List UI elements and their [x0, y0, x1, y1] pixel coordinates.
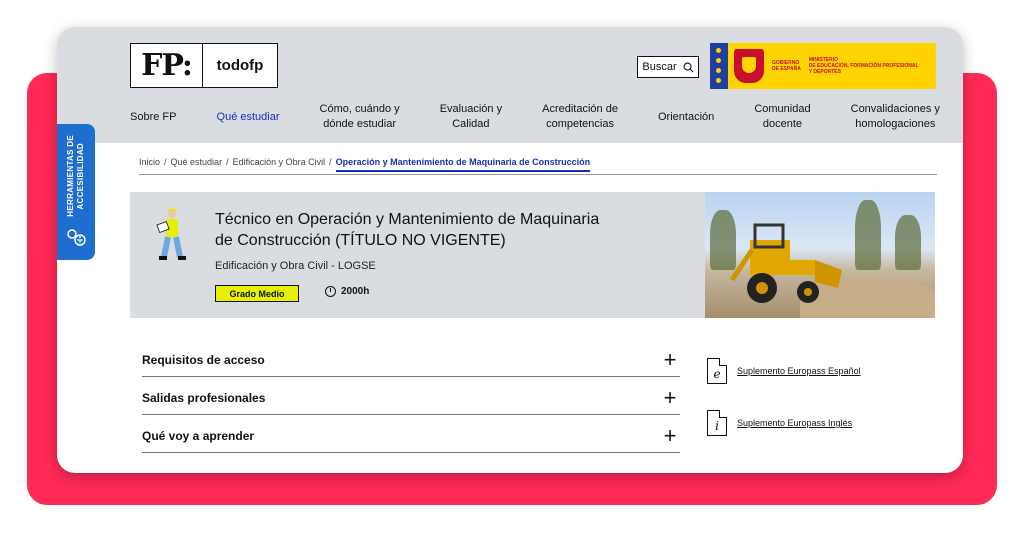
breadcrumb: Inicio / Qué estudiar / Edificación y Ob… [139, 157, 937, 175]
breadcrumb-inicio[interactable]: Inicio [139, 157, 160, 167]
nav-sobre-fp[interactable]: Sobre FP [130, 110, 176, 125]
search-label: Buscar [642, 61, 677, 73]
nav-como-cuando-donde[interactable]: Cómo, cuándo y dónde estudiar [320, 102, 400, 132]
accordion-salidas[interactable]: Salidas profesionales + [142, 377, 680, 415]
breadcrumb-familia[interactable]: Edificación y Obra Civil [233, 157, 326, 167]
nav-evaluacion-calidad[interactable]: Evaluación y Calidad [440, 102, 502, 132]
plus-icon[interactable]: + [660, 386, 680, 408]
plus-icon[interactable]: + [660, 348, 680, 370]
accordion-label: Requisitos de acceso [142, 352, 265, 367]
breadcrumb-current: Operación y Mantenimiento de Maquinaria … [335, 157, 591, 172]
accessibility-icon [67, 229, 86, 246]
course-duration: 2000h [325, 286, 369, 297]
stage: FP: todofp Buscar GOBIERNO DE ESPAÑA MIN… [0, 0, 1024, 536]
europass-documents: e Suplemento Europass Español i Suplemen… [707, 345, 927, 449]
accessibility-label: HERRAMIENTAS DE ACCESIBILIDAD [66, 135, 85, 217]
browser-window: FP: todofp Buscar GOBIERNO DE ESPAÑA MIN… [57, 27, 963, 473]
duration-value: 2000h [341, 286, 370, 297]
course-title: Técnico en Operación y Mantenimiento de … [215, 211, 600, 249]
clock-icon [325, 286, 336, 297]
government-block: GOBIERNO DE ESPAÑA MINISTERIO DE EDUCACI… [728, 43, 936, 89]
ministry-name: MINISTERIO DE EDUCACIÓN, FORMACIÓN PROFE… [808, 57, 919, 75]
logo-name: todofp [216, 57, 264, 74]
document-i-icon: i [707, 410, 727, 436]
europass-spanish[interactable]: e Suplemento Europass Español [707, 345, 927, 397]
europass-spanish-link[interactable]: Suplemento Europass Español [737, 366, 861, 376]
nav-acreditacion[interactable]: Acreditación de competencias [542, 102, 618, 132]
europass-english-link[interactable]: Suplemento Europass Inglés [737, 418, 852, 428]
document-e-icon: e [707, 358, 727, 384]
accordion-que-aprender[interactable]: Qué voy a aprender + [142, 415, 680, 453]
backhoe-photo [705, 192, 935, 318]
breadcrumb-separator: / [329, 157, 332, 167]
breadcrumb-separator: / [226, 157, 229, 167]
site-logo[interactable]: FP: todofp [130, 43, 278, 88]
plus-icon[interactable]: + [660, 424, 680, 446]
europass-english[interactable]: i Suplemento Europass Inglés [707, 397, 927, 449]
worker-illustration-icon [156, 208, 186, 260]
course-family: Edificación y Obra Civil - LOGSE [215, 260, 376, 272]
accessibility-tools-tab[interactable]: HERRAMIENTAS DE ACCESIBILIDAD [57, 124, 95, 260]
breadcrumb-separator: / [164, 157, 167, 167]
main-nav: Sobre FP Qué estudiar Cómo, cuándo y dónd… [130, 97, 940, 137]
government-logo[interactable]: GOBIERNO DE ESPAÑA MINISTERIO DE EDUCACI… [710, 43, 936, 89]
accordion-label: Salidas profesionales [142, 390, 266, 405]
coat-of-arms-icon [734, 49, 764, 83]
search-icon [683, 62, 694, 72]
nav-que-estudiar[interactable]: Qué estudiar [217, 110, 280, 125]
nav-convalidaciones[interactable]: Convalidaciones y homologaciones [851, 102, 940, 132]
accordion-label: Qué voy a aprender [142, 428, 255, 443]
level-badge: Grado Medio [215, 285, 299, 302]
government-name: GOBIERNO DE ESPAÑA [772, 60, 801, 72]
logo-mark: FP: [131, 44, 203, 87]
accordion-requisitos[interactable]: Requisitos de acceso + [142, 339, 680, 377]
course-accordion: Requisitos de acceso + Salidas profesion… [142, 339, 680, 453]
eu-flag-icon [710, 43, 728, 89]
nav-comunidad-docente[interactable]: Comunidad docente [754, 102, 810, 132]
search-button[interactable]: Buscar [637, 56, 699, 78]
nav-orientacion[interactable]: Orientación [658, 110, 714, 125]
breadcrumb-que-estudiar[interactable]: Qué estudiar [171, 157, 223, 167]
